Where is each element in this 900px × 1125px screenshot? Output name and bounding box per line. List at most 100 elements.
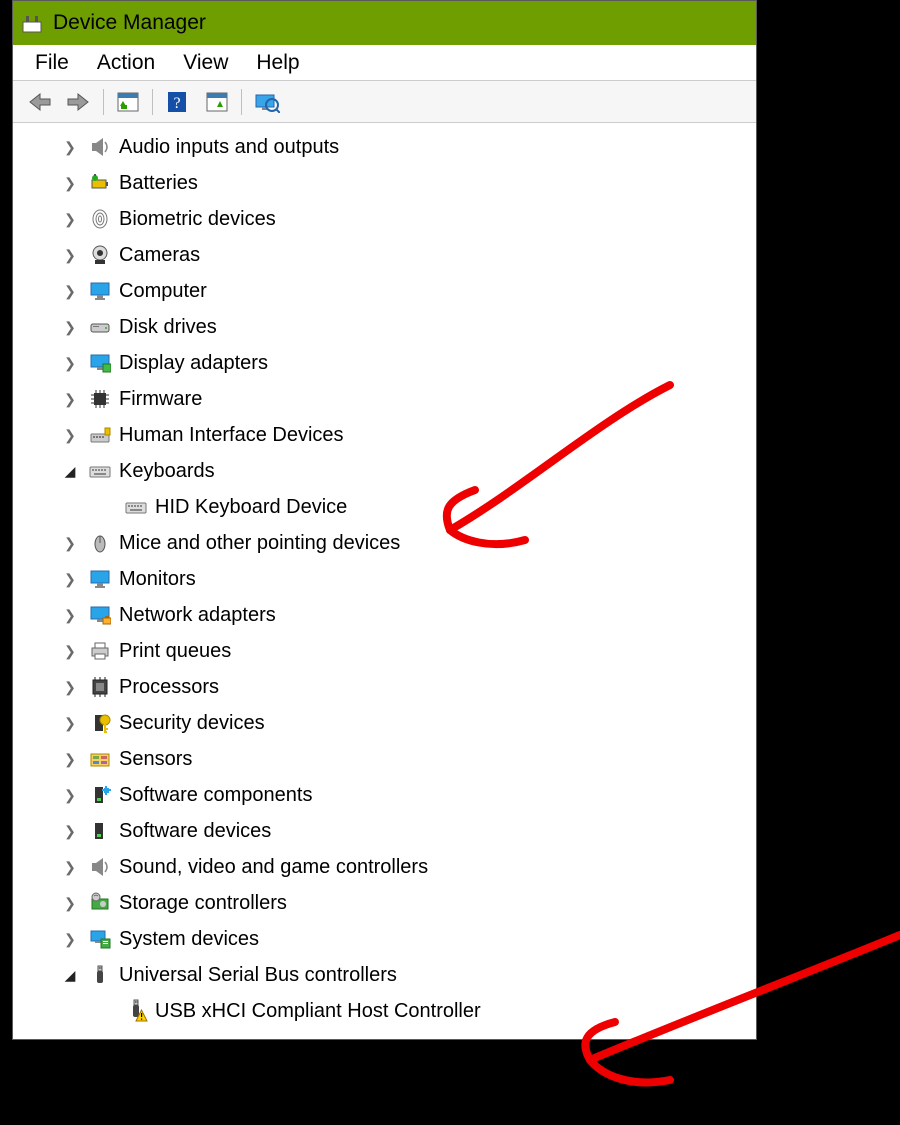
hid-icon <box>85 424 115 446</box>
category-label: Disk drives <box>115 317 217 337</box>
tree-category[interactable]: ❯ Computer <box>13 273 756 309</box>
tree-category[interactable]: ❯ Software components <box>13 777 756 813</box>
titlebar[interactable]: Device Manager <box>13 1 756 45</box>
tree-category[interactable]: ❯ Firmware <box>13 381 756 417</box>
tree-category[interactable]: ❯ Mice and other pointing devices <box>13 525 756 561</box>
camera-icon <box>85 244 115 266</box>
tree-device[interactable]: USB xHCI Compliant Host Controller <box>13 993 756 1029</box>
chevron-right-icon[interactable]: ❯ <box>55 356 85 370</box>
tree-category[interactable]: ❯ Network adapters <box>13 597 756 633</box>
category-label: Monitors <box>115 569 196 589</box>
category-label: System devices <box>115 929 259 949</box>
forward-button[interactable] <box>61 85 97 119</box>
category-label: Human Interface Devices <box>115 425 344 445</box>
tree-category[interactable]: ◢Keyboards <box>13 453 756 489</box>
audio-icon <box>85 136 115 158</box>
category-label: Network adapters <box>115 605 276 625</box>
app-icon <box>21 12 43 34</box>
tree-category[interactable]: ◢ Universal Serial Bus controllers <box>13 957 756 993</box>
menu-file[interactable]: File <box>21 45 83 81</box>
category-label: Software components <box>115 785 312 805</box>
category-label: Software devices <box>115 821 271 841</box>
storage-icon <box>85 892 115 914</box>
tree-category[interactable]: ❯ Monitors <box>13 561 756 597</box>
scan-button[interactable] <box>199 85 235 119</box>
software-icon <box>85 784 115 806</box>
svg-text:?: ? <box>173 95 180 112</box>
menu-help[interactable]: Help <box>242 45 313 81</box>
tree-category[interactable]: ❯ Human Interface Devices <box>13 417 756 453</box>
audio-icon <box>85 856 115 878</box>
menu-action[interactable]: Action <box>83 45 169 81</box>
software2-icon <box>85 820 115 842</box>
tree-category[interactable]: ❯ System devices <box>13 921 756 957</box>
category-label: Display adapters <box>115 353 268 373</box>
category-label: Mice and other pointing devices <box>115 533 400 553</box>
category-label: Storage controllers <box>115 893 287 913</box>
chevron-right-icon[interactable]: ❯ <box>55 644 85 658</box>
battery-icon <box>85 172 115 194</box>
system-icon <box>85 928 115 950</box>
chevron-right-icon[interactable]: ❯ <box>55 536 85 550</box>
keyboard-icon <box>121 496 151 518</box>
chevron-right-icon[interactable]: ❯ <box>55 140 85 154</box>
category-label: Sound, video and game controllers <box>115 857 428 877</box>
tree-category[interactable]: ❯ Biometric devices <box>13 201 756 237</box>
chevron-right-icon[interactable]: ❯ <box>55 320 85 334</box>
chevron-right-icon[interactable]: ❯ <box>55 608 85 622</box>
category-label: Sensors <box>115 749 192 769</box>
tree-category[interactable]: ❯ Storage controllers <box>13 885 756 921</box>
tree-category[interactable]: ❯Processors <box>13 669 756 705</box>
show-hidden-button[interactable] <box>110 85 146 119</box>
help-button[interactable]: ? <box>159 85 195 119</box>
chevron-right-icon[interactable]: ❯ <box>55 716 85 730</box>
tree-category[interactable]: ❯Security devices <box>13 705 756 741</box>
category-label: Universal Serial Bus controllers <box>115 965 397 985</box>
chevron-down-icon[interactable]: ◢ <box>55 464 85 478</box>
usb-icon <box>85 964 115 986</box>
chevron-right-icon[interactable]: ❯ <box>55 932 85 946</box>
cpu-icon <box>85 676 115 698</box>
chevron-down-icon[interactable]: ◢ <box>55 968 85 982</box>
tree-category[interactable]: ❯Cameras <box>13 237 756 273</box>
chevron-right-icon[interactable]: ❯ <box>55 788 85 802</box>
tree-category[interactable]: ❯Batteries <box>13 165 756 201</box>
mouse-icon <box>85 532 115 554</box>
back-button[interactable] <box>21 85 57 119</box>
toolbar-separator <box>152 89 153 115</box>
chevron-right-icon[interactable]: ❯ <box>55 860 85 874</box>
chevron-right-icon[interactable]: ❯ <box>55 248 85 262</box>
tree-category[interactable]: ❯ Sound, video and game controllers <box>13 849 756 885</box>
tree-category[interactable]: ❯ Software devices <box>13 813 756 849</box>
finger-icon <box>85 208 115 230</box>
chevron-right-icon[interactable]: ❯ <box>55 284 85 298</box>
chevron-right-icon[interactable]: ❯ <box>55 428 85 442</box>
category-label: Biometric devices <box>115 209 276 229</box>
tree-category[interactable]: ❯ Sensors <box>13 741 756 777</box>
chevron-right-icon[interactable]: ❯ <box>55 752 85 766</box>
chevron-right-icon[interactable]: ❯ <box>55 824 85 838</box>
device-label: HID Keyboard Device <box>151 497 347 517</box>
keyboard-icon <box>85 460 115 482</box>
tree-category[interactable]: ❯ Audio inputs and outputs <box>13 129 756 165</box>
tree-device[interactable]: HID Keyboard Device <box>13 489 756 525</box>
tree-category[interactable]: ❯ Disk drives <box>13 309 756 345</box>
chevron-right-icon[interactable]: ❯ <box>55 680 85 694</box>
device-tree[interactable]: ❯Audio inputs and outputs❯Batteries❯Biom… <box>13 123 756 1039</box>
category-label: Computer <box>115 281 207 301</box>
chevron-right-icon[interactable]: ❯ <box>55 212 85 226</box>
tree-category[interactable]: ❯Print queues <box>13 633 756 669</box>
chevron-right-icon[interactable]: ❯ <box>55 176 85 190</box>
printer-icon <box>85 640 115 662</box>
sensor-icon <box>85 748 115 770</box>
chevron-right-icon[interactable]: ❯ <box>55 392 85 406</box>
menu-view[interactable]: View <box>169 45 242 81</box>
chevron-right-icon[interactable]: ❯ <box>55 572 85 586</box>
chevron-right-icon[interactable]: ❯ <box>55 896 85 910</box>
display-icon <box>85 352 115 374</box>
tree-category[interactable]: ❯ Display adapters <box>13 345 756 381</box>
category-label: Firmware <box>115 389 202 409</box>
properties-button[interactable] <box>248 85 284 119</box>
chip-icon <box>85 388 115 410</box>
category-label: Audio inputs and outputs <box>115 137 339 157</box>
